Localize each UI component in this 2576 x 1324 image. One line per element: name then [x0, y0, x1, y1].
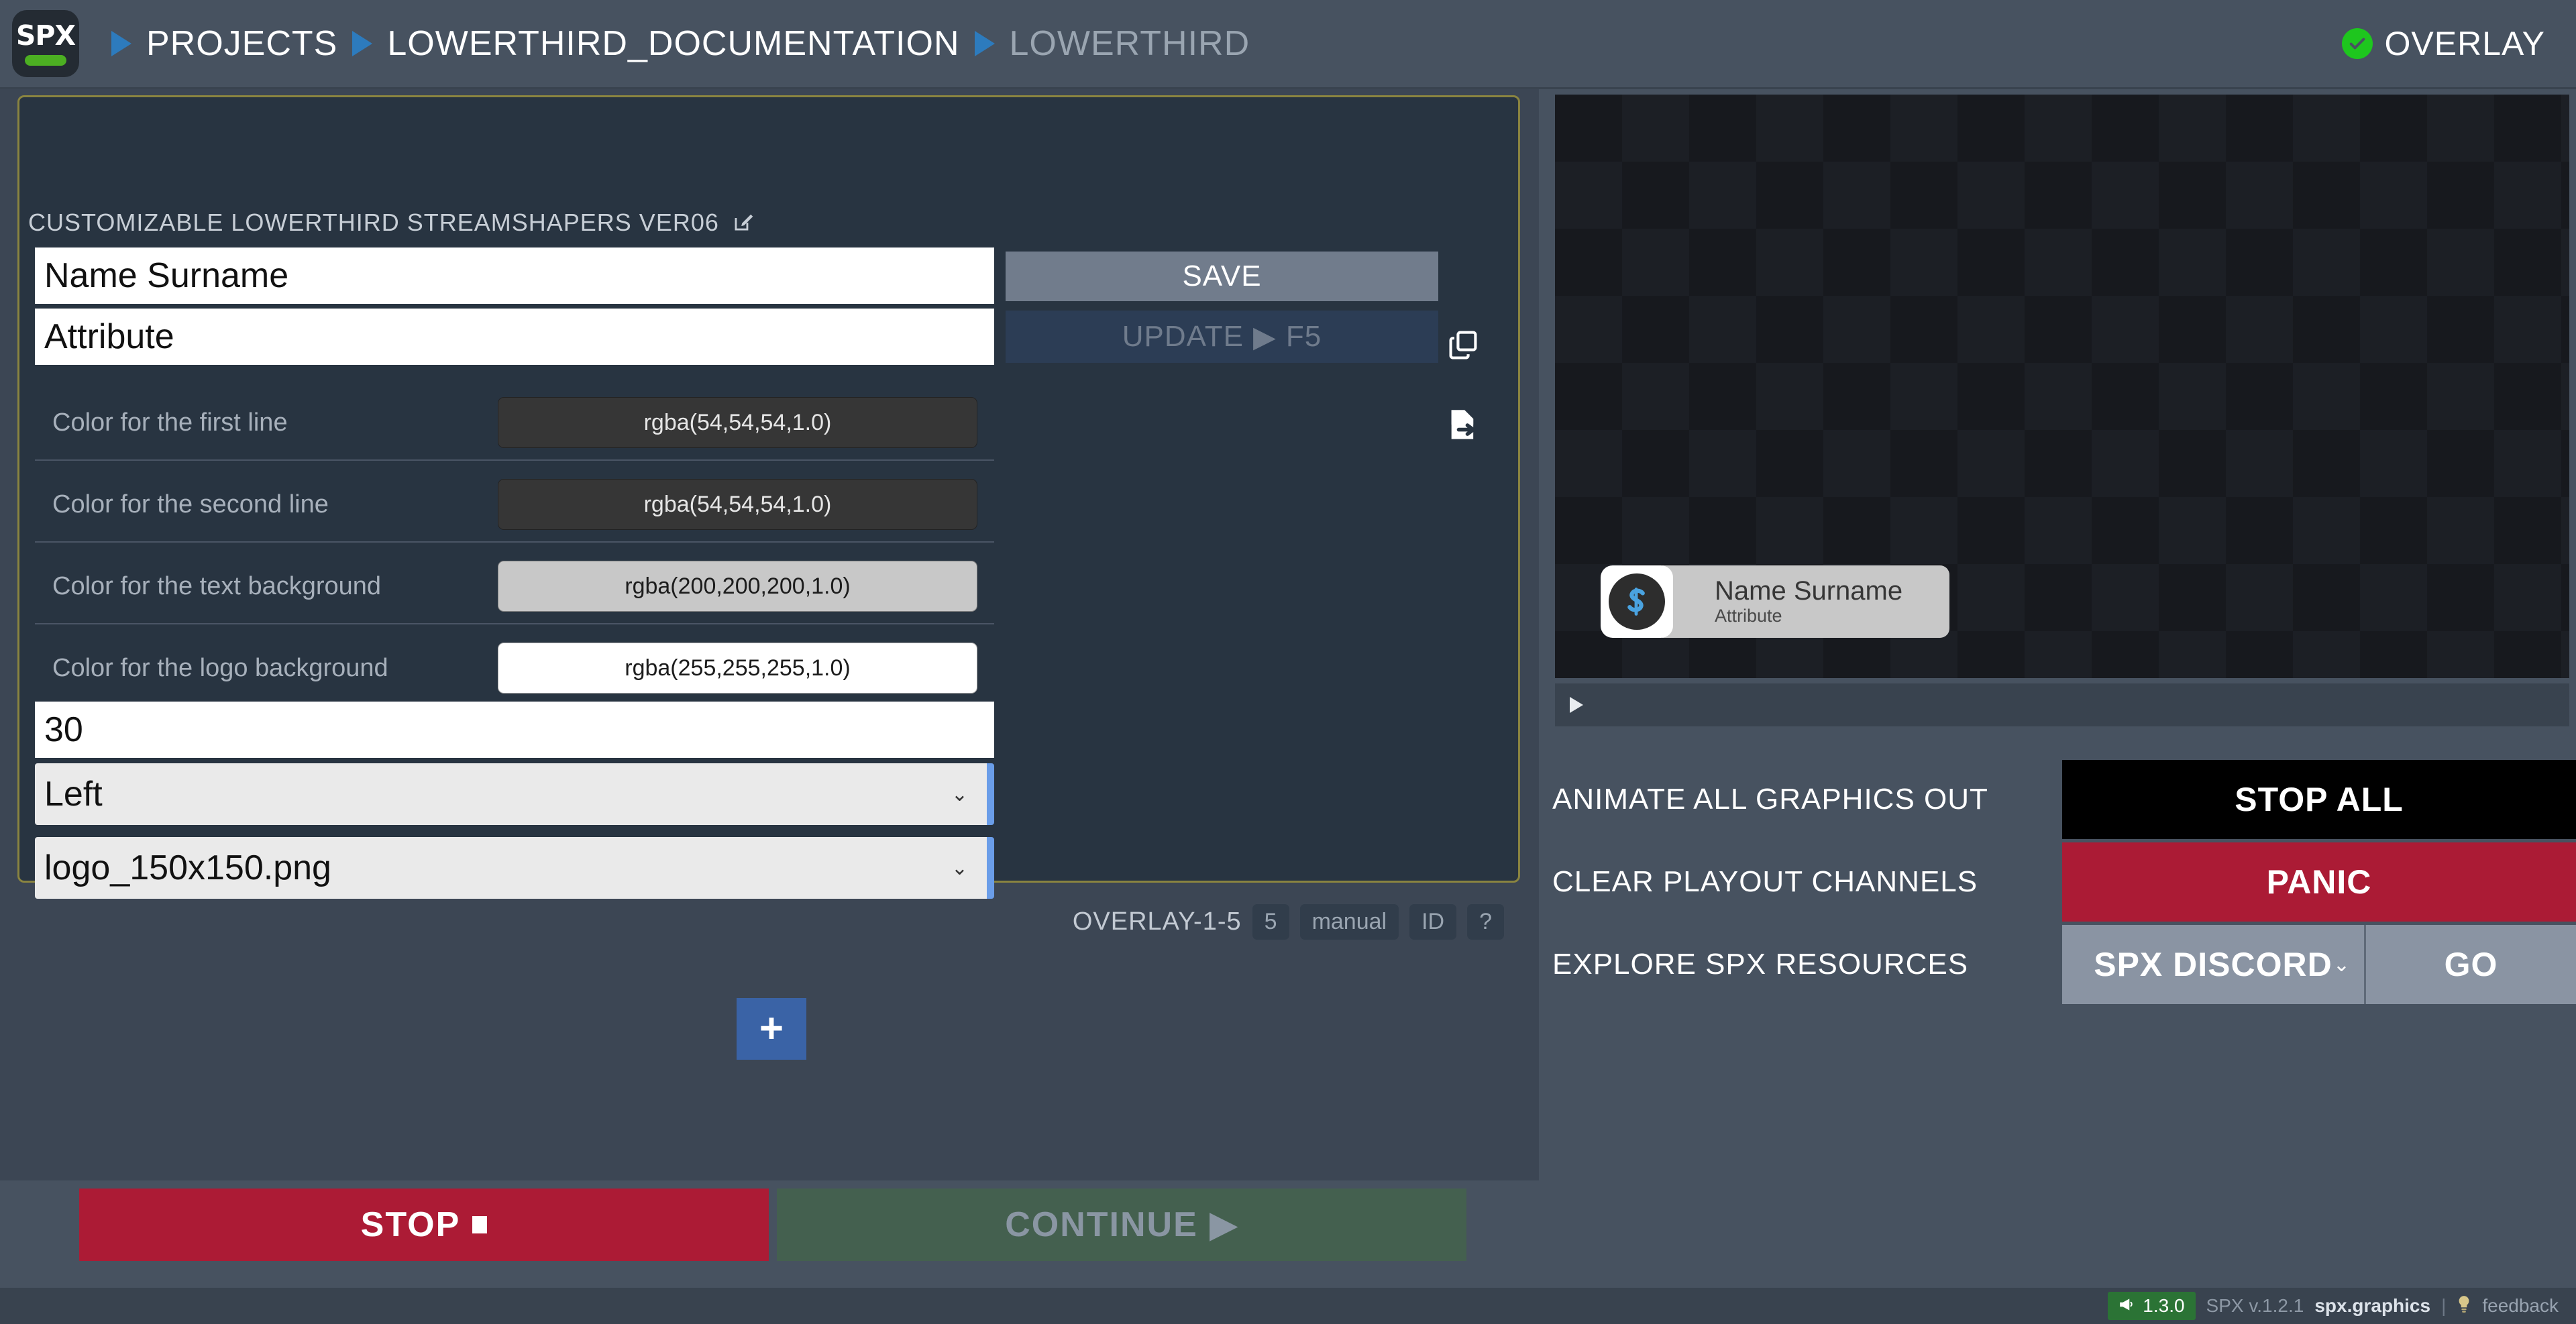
breadcrumb: PROJECTS LOWERTHIRD_DOCUMENTATION LOWERT…: [97, 23, 1250, 64]
action-row-animate-out: ANIMATE ALL GRAPHICS OUT STOP ALL: [1552, 760, 2576, 839]
spx-s-logo-icon: [1609, 573, 1665, 630]
lower-third-text-box: Name Surname Attribute: [1662, 565, 1950, 638]
version-badge[interactable]: 1.3.0: [2108, 1292, 2196, 1320]
badge-layer[interactable]: 5: [1252, 904, 1289, 940]
preview-canvas[interactable]: Name Surname Attribute: [1555, 95, 2569, 678]
lower-third-attribute: Attribute: [1715, 605, 1782, 626]
lower-third-name: Name Surname: [1715, 575, 1903, 606]
color-swatch-button[interactable]: rgba(54,54,54,1.0): [498, 397, 977, 448]
play-triangle-icon: ▶: [1253, 320, 1277, 353]
overlay-status-label: OVERLAY: [2384, 25, 2545, 62]
right-panel: Name Surname Attribute ANIMATE ALL GRAPH…: [1552, 89, 2576, 1324]
app-header: SPX PROJECTS LOWERTHIRD_DOCUMENTATION LO…: [0, 0, 2576, 89]
copy-icon[interactable]: [1446, 327, 1481, 366]
chevron-right-icon: [974, 31, 995, 56]
breadcrumb-item-current: LOWERTHIRD: [1009, 24, 1250, 63]
alignment-select[interactable]: Left ⌄: [35, 763, 994, 825]
logo-select-value: logo_150x150.png: [44, 848, 331, 887]
preview-playbar: [1555, 683, 2569, 726]
status-separator: |: [2441, 1295, 2447, 1316]
color-row: Color for the second line rgba(54,54,54,…: [35, 467, 994, 543]
breadcrumb-item-project[interactable]: LOWERTHIRD_DOCUMENTATION: [387, 23, 959, 64]
stop-square-icon: [472, 1216, 488, 1233]
number-input[interactable]: [35, 702, 994, 758]
update-button[interactable]: UPDATE ▶ F5: [1006, 311, 1438, 363]
save-button[interactable]: SAVE: [1006, 252, 1438, 301]
spx-logo[interactable]: SPX: [12, 10, 79, 77]
color-label: Color for the first line: [52, 408, 288, 437]
chevron-right-icon: [352, 31, 373, 56]
stop-all-button[interactable]: STOP ALL: [2062, 760, 2576, 839]
edit-square-icon[interactable]: [733, 210, 755, 236]
feedback-link[interactable]: feedback: [2482, 1295, 2559, 1317]
action-label: ANIMATE ALL GRAPHICS OUT: [1552, 783, 1988, 816]
spx-logo-green-bar: [25, 54, 66, 66]
resources-select[interactable]: SPX DISCORD ⌄: [2062, 925, 2364, 1004]
action-label: EXPLORE SPX RESOURCES: [1552, 948, 1969, 981]
update-shortcut-label: F5: [1285, 320, 1322, 353]
logo-select[interactable]: logo_150x150.png ⌄: [35, 837, 994, 899]
action-label: CLEAR PLAYOUT CHANNELS: [1552, 865, 1978, 898]
action-row-clear-channels: CLEAR PLAYOUT CHANNELS PANIC: [1552, 842, 2576, 922]
resources-select-value: SPX DISCORD: [2094, 946, 2332, 983]
megaphone-icon: [2118, 1295, 2136, 1317]
chevron-down-icon: ⌄: [951, 783, 968, 806]
template-title: CUSTOMIZABLE LOWERTHIRD STREAMSHAPERS VE…: [28, 209, 719, 236]
breadcrumb-item-projects[interactable]: PROJECTS: [146, 23, 337, 64]
color-swatch-button[interactable]: rgba(54,54,54,1.0): [498, 479, 977, 530]
template-side-icons: [1446, 327, 1481, 445]
color-row: Color for the first line rgba(54,54,54,1…: [35, 386, 994, 461]
status-bar: 1.3.0 SPX v.1.2.1 spx.graphics | feedbac…: [0, 1288, 2576, 1324]
transport-bar: STOP CONTINUE ▶: [0, 1180, 1539, 1288]
stop-button[interactable]: STOP: [79, 1189, 769, 1261]
chevron-down-icon: ⌄: [2332, 953, 2351, 976]
badge-help[interactable]: ?: [1467, 904, 1504, 940]
version-badge-label: 1.3.0: [2143, 1295, 2185, 1316]
play-triangle-icon: ▶: [1210, 1205, 1238, 1244]
file-export-icon[interactable]: [1446, 407, 1481, 445]
line2-input[interactable]: [35, 309, 994, 365]
color-row: Color for the text background rgba(200,2…: [35, 549, 994, 624]
update-label: UPDATE: [1122, 320, 1244, 353]
workspace: CUSTOMIZABLE LOWERTHIRD STREAMSHAPERS VE…: [0, 89, 1539, 1180]
badge-mode[interactable]: manual: [1299, 904, 1399, 940]
lower-third-logo-box: [1601, 565, 1673, 638]
add-item-button[interactable]: +: [737, 998, 806, 1060]
check-circle-icon: [2341, 28, 2373, 59]
badge-id[interactable]: ID: [1409, 904, 1457, 940]
lower-third-graphic: Name Surname Attribute: [1601, 565, 1950, 638]
chevron-down-icon: ⌄: [951, 857, 968, 879]
color-label: Color for the second line: [52, 490, 329, 518]
color-swatch-button[interactable]: rgba(255,255,255,1.0): [498, 643, 977, 694]
channel-label: OVERLAY-1-5: [1072, 907, 1242, 936]
site-link[interactable]: spx.graphics: [2314, 1295, 2430, 1317]
go-button[interactable]: GO: [2364, 925, 2576, 1004]
continue-button[interactable]: CONTINUE ▶: [777, 1189, 1466, 1261]
line1-input[interactable]: [35, 247, 994, 304]
alignment-select-value: Left: [44, 775, 103, 814]
stop-button-label: STOP: [360, 1205, 461, 1244]
color-row: Color for the logo background rgba(255,2…: [35, 631, 994, 706]
overlay-status: OVERLAY: [2341, 24, 2546, 63]
action-row-resources: EXPLORE SPX RESOURCES SPX DISCORD ⌄ GO: [1552, 925, 2576, 1004]
color-swatch-button[interactable]: rgba(200,200,200,1.0): [498, 561, 977, 612]
template-title-row: CUSTOMIZABLE LOWERTHIRD STREAMSHAPERS VE…: [28, 209, 755, 237]
color-label: Color for the text background: [52, 571, 382, 600]
play-triangle-icon[interactable]: [1570, 697, 1583, 713]
app-version-label: SPX v.1.2.1: [2206, 1295, 2304, 1316]
panic-button[interactable]: PANIC: [2062, 842, 2576, 922]
chevron-right-icon: [111, 31, 131, 56]
color-label: Color for the logo background: [52, 653, 388, 682]
template-meta-row: OVERLAY-1-5 5 manual ID ?: [1073, 904, 1504, 940]
global-actions: ANIMATE ALL GRAPHICS OUT STOP ALL CLEAR …: [1552, 760, 2576, 1007]
spx-logo-text: SPX: [15, 19, 76, 52]
lightbulb-icon: [2457, 1295, 2471, 1317]
continue-button-label: CONTINUE: [1005, 1205, 1198, 1244]
